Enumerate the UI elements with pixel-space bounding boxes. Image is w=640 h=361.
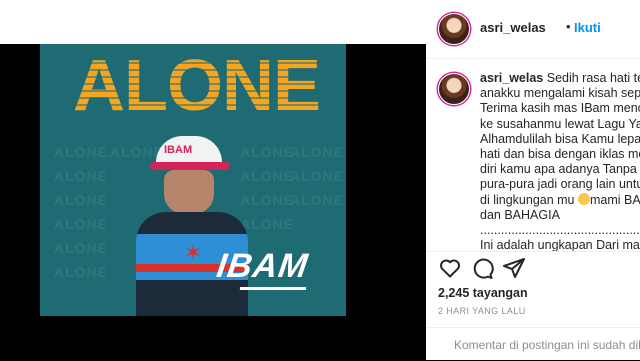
- heart-icon[interactable]: [438, 256, 462, 280]
- poster-bg-word: ALONE: [54, 240, 108, 256]
- caption-line: dan BAHAGIA: [480, 207, 560, 222]
- poster-bg-word: ALONE: [54, 264, 108, 280]
- caption-line: pura-pura jadi orang lain untuk: [480, 177, 640, 192]
- header-username[interactable]: asri_welas: [480, 20, 546, 35]
- media-bottom-bar: [0, 316, 426, 360]
- follow-button[interactable]: Ikuti: [574, 20, 601, 35]
- caption-line: ........................................…: [480, 223, 640, 238]
- poster-bg-word: ALONE: [54, 216, 108, 232]
- poster-bg-word: ALONE: [290, 144, 344, 160]
- poster-title: ALONE: [73, 50, 321, 122]
- share-icon[interactable]: [502, 256, 526, 280]
- caption-line: diri kamu apa adanya Tanpa har: [480, 162, 640, 177]
- comments-disabled-notice: Komentar di postingan ini sudah diba: [426, 327, 640, 361]
- post-side-panel: asri_welas • Ikuti asri_welas Sedih rasa…: [426, 0, 640, 360]
- caption-line: anakku mengalami kisah sepert: [480, 86, 640, 101]
- caption-line: hati dan bisa dengan iklas mene: [480, 147, 640, 162]
- header-separator: •: [566, 19, 571, 34]
- avatar[interactable]: [438, 13, 470, 45]
- artist-underline: [239, 287, 307, 290]
- poster-bg-word: ALONE: [54, 168, 108, 184]
- caption-line: Sedih rasa hati terny: [546, 71, 640, 85]
- view-count[interactable]: 2,245 tayangan: [438, 286, 528, 300]
- caption-line: mami BANG: [589, 192, 640, 207]
- heart-eyes-emoji-icon: [577, 192, 590, 205]
- post-media[interactable]: ALONE ALONE ALONE ALONE ALONE ALONE ALON…: [0, 0, 426, 360]
- poster-bg-word: ALONE: [54, 192, 108, 208]
- caption-line: Ini adalah ungkapan Dari mas: [480, 238, 640, 251]
- cap-brim: [150, 162, 230, 170]
- caption-line: Alhamdulilah bisa Kamu lepas k: [480, 131, 640, 146]
- poster-image: ALONE ALONE ALONE ALONE ALONE ALONE ALON…: [40, 44, 346, 316]
- poster-artist-name: IBAM: [214, 247, 311, 285]
- poster-title-text: ALONE: [73, 46, 321, 126]
- comments-area[interactable]: asri_welas Sedih rasa hati terny anakku …: [426, 59, 640, 251]
- poster-bg-word: ALONE: [290, 168, 344, 184]
- caption-avatar[interactable]: [438, 73, 470, 105]
- comments-disabled-text: Komentar di postingan ini sudah diba: [454, 338, 640, 352]
- caption-line: ke susahanmu lewat Lagu Yang: [480, 116, 640, 131]
- media-top-bar: [0, 0, 426, 44]
- comment-icon[interactable]: [470, 256, 494, 280]
- poster-bg-word: ALONE: [54, 144, 108, 160]
- jumpman-logo-icon: ✶: [184, 240, 203, 265]
- poster-bg-word: ALONE: [290, 192, 344, 208]
- caption: asri_welas Sedih rasa hati terny anakku …: [480, 71, 640, 251]
- caption-username[interactable]: asri_welas: [480, 71, 543, 85]
- post-actions: 2,245 tayangan 2 HARI YANG LALU: [426, 251, 640, 328]
- post-header: asri_welas • Ikuti: [426, 0, 640, 59]
- caption-line: di lingkungan mu: [480, 192, 578, 207]
- caption-line: Terima kasih mas IBam menceri: [480, 101, 640, 116]
- face: [164, 170, 214, 214]
- cap-label: IBAM: [164, 144, 193, 156]
- post-timestamp[interactable]: 2 HARI YANG LALU: [438, 306, 526, 316]
